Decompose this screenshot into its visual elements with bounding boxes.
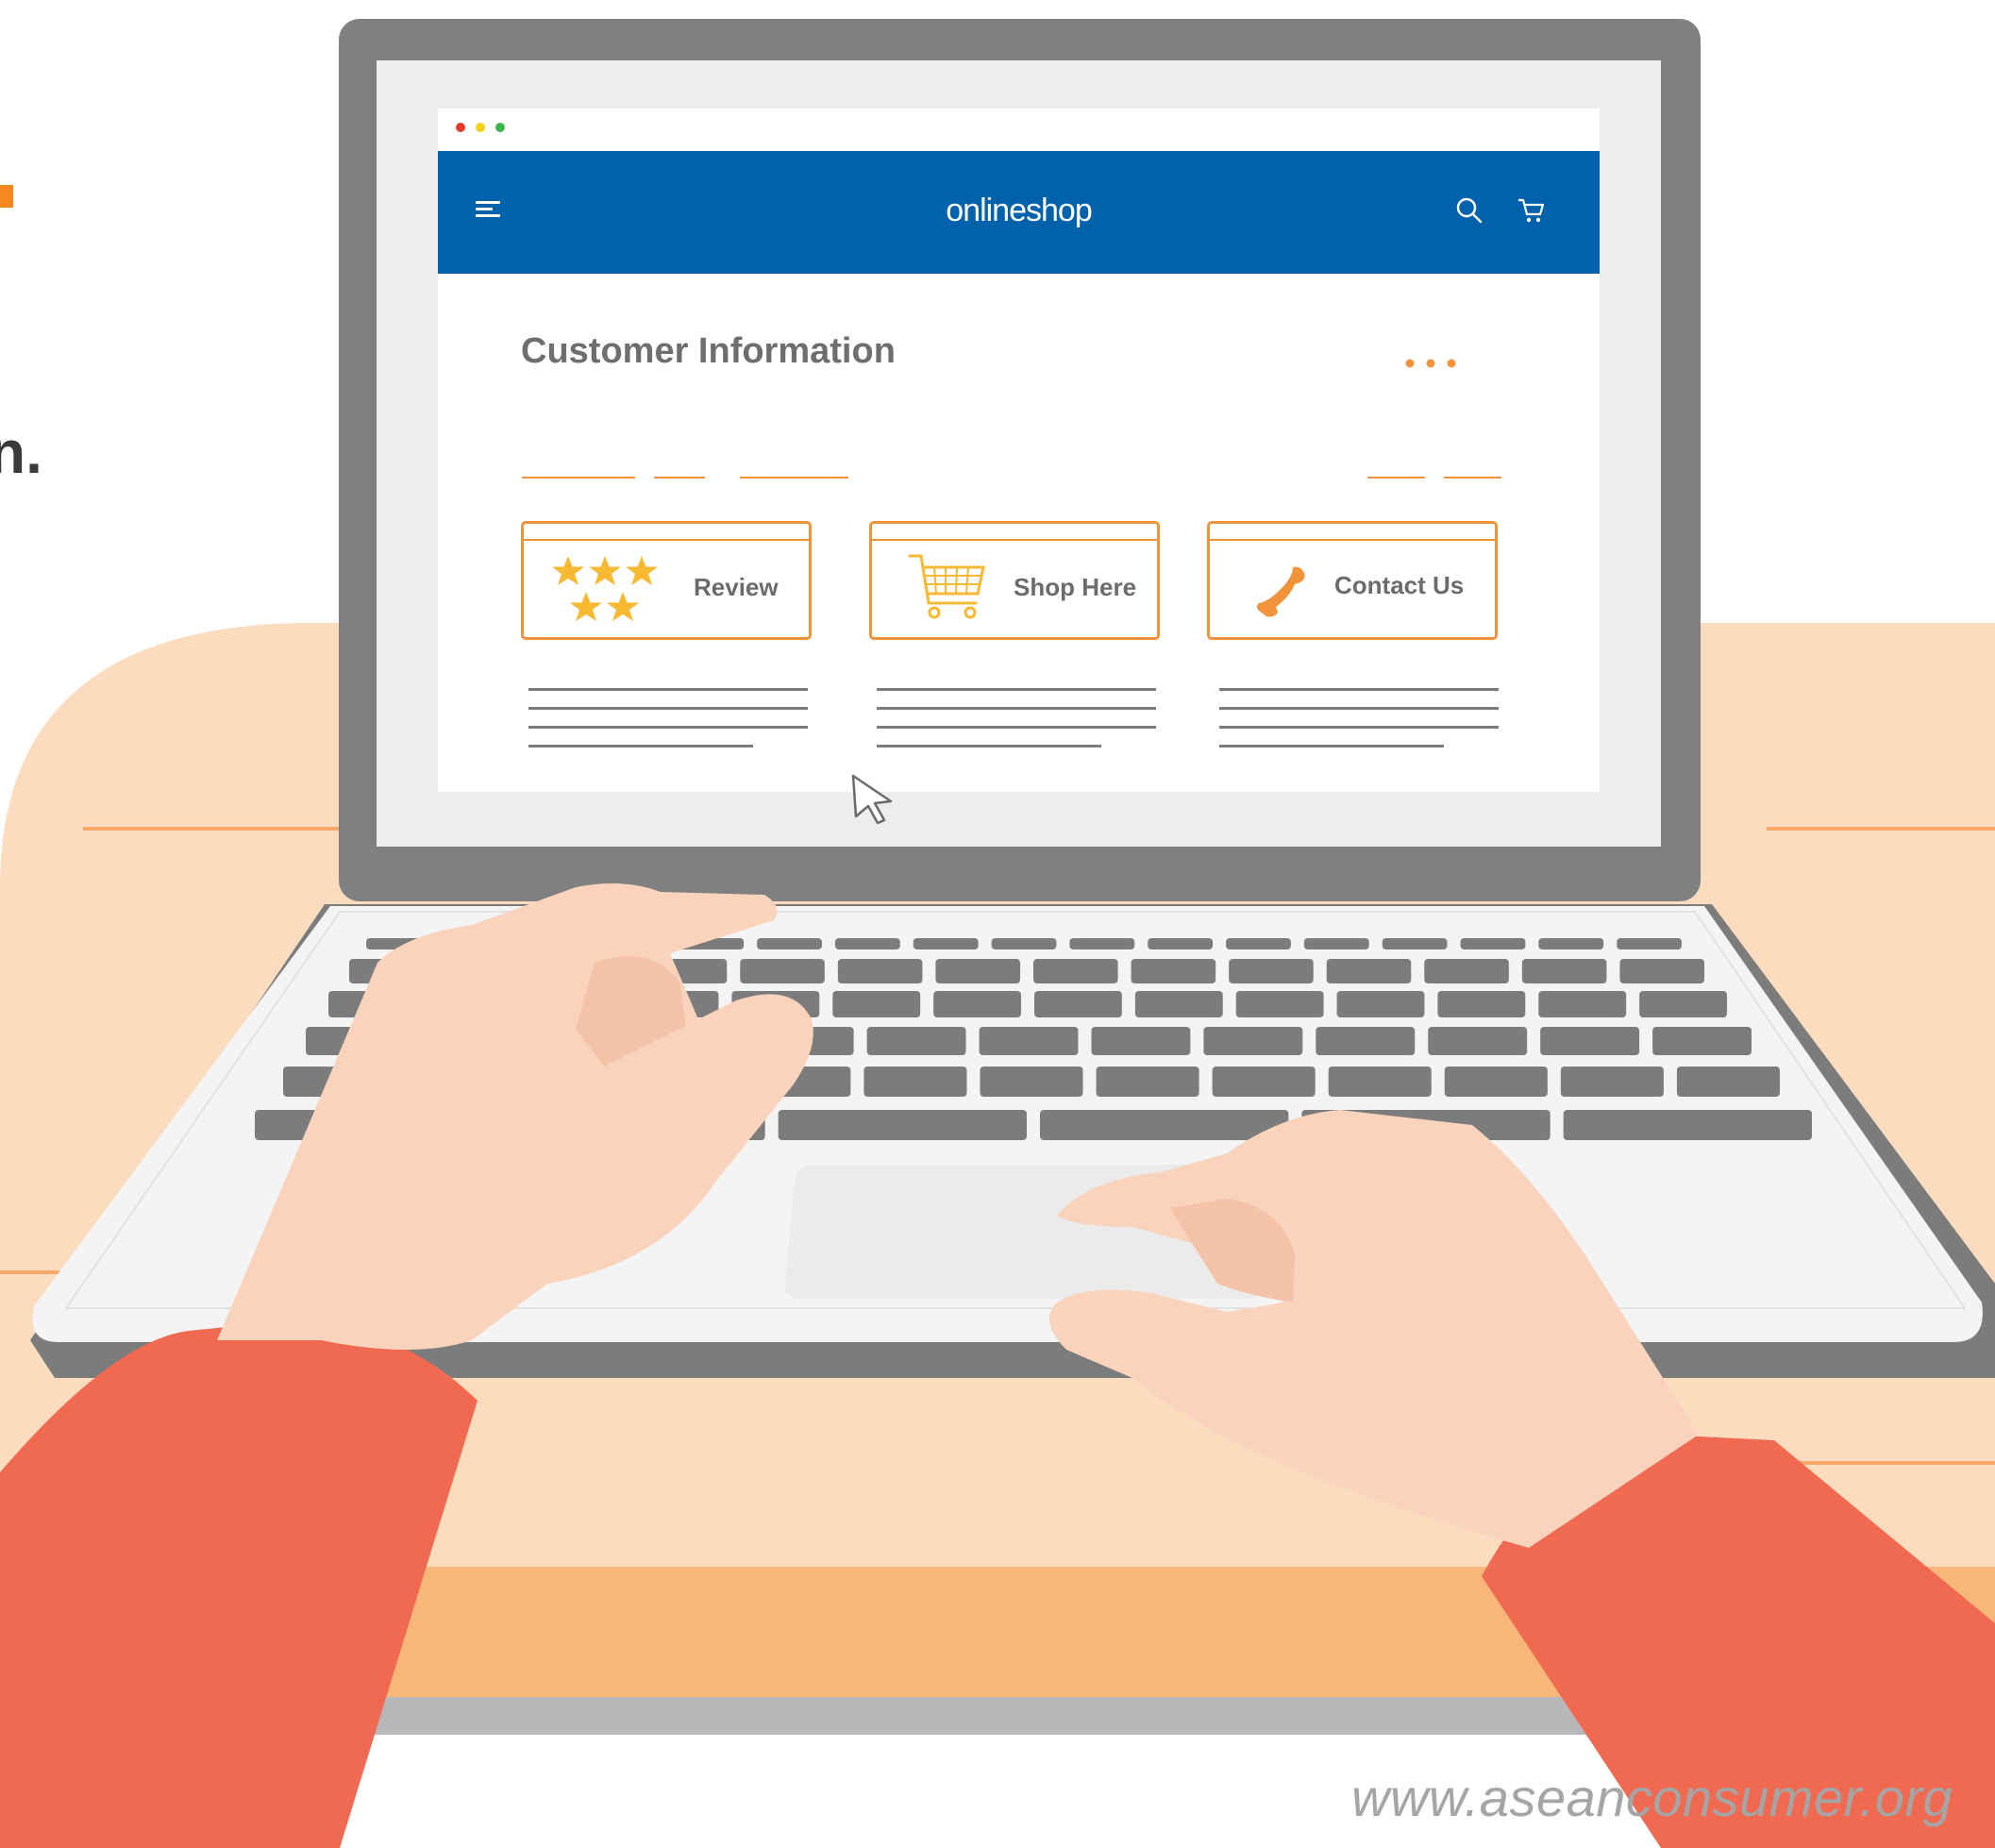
keyboard-key [1676,1067,1780,1097]
decorative-orange-block [0,185,13,208]
keyboard-key [1203,1027,1303,1055]
decorative-underline [740,477,848,479]
keyboard-key [1326,959,1412,983]
laptop-screen: onlineshop Customer Information Review S… [377,60,1661,847]
keyboard-key [935,959,1020,983]
keyboard-key [1560,1067,1664,1097]
decorative-underline [1367,477,1425,479]
placeholder-text-line [1219,745,1444,748]
window-controls [456,123,505,132]
keyboard-key [1303,938,1369,949]
website-watermark: www.aseanconsumer.org [1351,1768,1953,1827]
keyboard-key [1148,938,1214,949]
keyboard-key [1617,938,1682,949]
placeholder-text-line [877,726,1156,729]
keyboard-key [1131,959,1216,983]
keyboard-key [1069,938,1135,949]
placeholder-text-line [877,745,1101,748]
keyboard-key [757,938,822,949]
keyboard-key [1229,959,1314,983]
browser-window: onlineshop Customer Information Review S… [438,109,1600,825]
shop-here-card[interactable]: Shop Here [869,521,1160,640]
decorative-underline [1444,477,1501,479]
keyboard-key [1096,1067,1199,1097]
placeholder-text-line [1219,726,1499,729]
keyboard-key [913,938,979,949]
keyboard-key [1444,1067,1548,1097]
minimize-dot[interactable] [476,123,485,132]
mouse-cursor-icon [850,773,896,829]
placeholder-text-line [528,688,808,691]
keyboard-key [1034,991,1122,1017]
keyboard-key [1639,991,1727,1017]
keyboard-key [1619,959,1704,983]
keyboard-key [1540,1027,1640,1055]
keyboard-key [863,1067,967,1097]
shop-here-label: Shop Here [1014,573,1137,601]
review-card[interactable]: Review [521,521,812,640]
keyboard-key [1460,938,1526,949]
more-dots-icon[interactable] [1405,356,1456,373]
keyboard-key [1521,959,1607,983]
shopping-cart-icon [908,552,987,632]
keyboard-key [778,1110,1027,1140]
page-title: Customer Information [521,331,896,371]
keyboard-key [837,959,923,983]
keyboard-key [1134,991,1223,1017]
keyboard-key [1235,991,1324,1017]
contact-us-card[interactable]: Contact Us [1207,521,1498,640]
keyboard-key [1428,1027,1528,1055]
card-top-bar [1210,539,1495,541]
keyboard-key [1328,1067,1432,1097]
search-icon[interactable] [1455,196,1484,229]
review-label: Review [694,573,779,601]
keyboard-key [980,1067,1083,1097]
keyboard-key [1091,1027,1191,1055]
partial-heading: n. [0,418,42,486]
keyboard-key [933,991,1021,1017]
keyboard-key [1226,938,1291,949]
decorative-underline [654,477,705,479]
keyboard-key [991,938,1057,949]
placeholder-text-line [1219,707,1499,710]
keyboard-key [979,1027,1079,1055]
keyboard-key [1382,938,1448,949]
keyboard-key [1336,991,1425,1017]
keyboard-key [1212,1067,1316,1097]
keyboard-key [1652,1027,1752,1055]
keyboard-key [1437,991,1526,1017]
placeholder-text-line [528,745,753,748]
keyboard-key [1424,959,1509,983]
placeholder-text-line [528,726,808,729]
five-stars-icon [550,554,660,630]
keyboard-key [834,938,900,949]
keyboard-key [1563,1110,1812,1140]
cart-icon[interactable] [1517,196,1547,229]
maximize-dot[interactable] [495,123,505,132]
keyboard-key [1316,1027,1416,1055]
keyboard-key [740,959,825,983]
keyboard-key [832,991,921,1017]
keyboard-key [1538,938,1604,949]
card-top-bar [524,539,809,541]
shop-navbar: onlineshop [438,151,1600,274]
keyboard-key [1538,991,1627,1017]
contact-us-label: Contact Us [1334,571,1465,599]
placeholder-text-line [877,707,1156,710]
placeholder-text-line [528,707,808,710]
keyboard-key [866,1027,966,1055]
placeholder-text-line [877,688,1156,691]
placeholder-text-line [1219,688,1499,691]
keyboard-key [1033,959,1118,983]
keyboard-key [1040,1110,1289,1140]
decorative-underline [522,477,635,479]
phone-icon [1251,563,1308,623]
shop-brand[interactable]: onlineshop [438,193,1600,229]
close-dot[interactable] [456,123,465,132]
card-top-bar [872,539,1157,541]
